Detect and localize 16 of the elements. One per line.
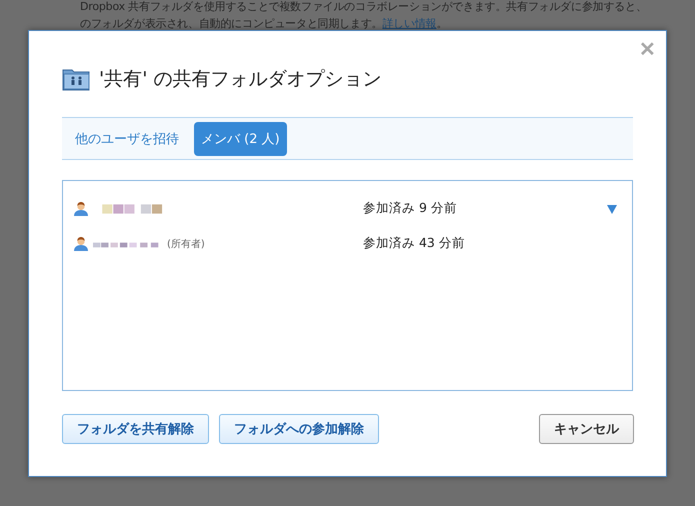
owner-label: (所有者) (167, 238, 205, 250)
shared-folder-icon (62, 67, 91, 91)
tab[interactable]: メンバ (2 人) (194, 122, 287, 156)
background-text: Dropbox 共有フォルダを使用することで複数ファイルのコラボレーションができます。共有フォルダに参加すると、 (80, 0, 648, 15)
user-icon (73, 200, 89, 216)
close-button[interactable]: ✕ (639, 39, 656, 61)
dropdown-button[interactable] (606, 202, 618, 214)
action-button[interactable]: フォルダを共有解除 (62, 414, 209, 444)
tab[interactable]: 他のユーザを招待 (68, 122, 186, 156)
member-status: 参加済み 9 分前 (363, 200, 458, 217)
action-button[interactable]: フォルダへの参加解除 (219, 414, 379, 444)
dialog-title: '共有' の共有フォルダオプション (99, 67, 382, 92)
user-icon (73, 236, 89, 252)
background-text: のフォルダが表示され、自動的にコンピュータと同期します。詳しい情報。 (80, 16, 448, 32)
member-status: 参加済み 43 分前 (363, 235, 466, 252)
cancel-button[interactable]: キャンセル (539, 414, 634, 444)
